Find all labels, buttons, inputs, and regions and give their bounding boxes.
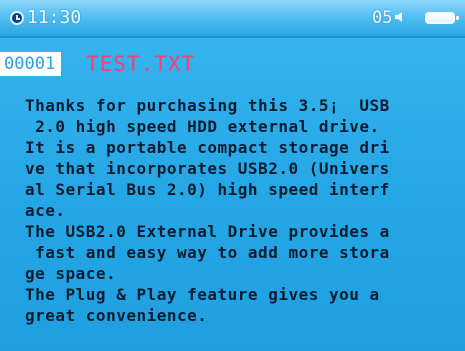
speaker-icon xyxy=(395,12,402,22)
clock-icon xyxy=(10,11,24,25)
volume-level: 05 xyxy=(372,8,393,28)
text-line: ve that incorporates USB2.0 (Univers xyxy=(25,159,390,178)
battery-icon xyxy=(425,12,459,24)
text-line: The Plug & Play feature gives you a xyxy=(25,285,380,304)
text-line: 2.0 high speed HDD external drive. xyxy=(25,117,380,136)
text-line: fast and easy way to add more stora xyxy=(25,243,390,262)
device-screen: 11:30 05 00001 TEST.TXT Thanks for purch… xyxy=(0,0,465,351)
file-name: TEST.TXT xyxy=(86,52,196,76)
text-line: great convenience. xyxy=(25,306,208,325)
status-bar: 11:30 05 xyxy=(0,0,465,38)
text-viewer[interactable]: Thanks for purchasing this 3.5¡ USB 2.0 … xyxy=(25,95,457,326)
text-line: al Serial Bus 2.0) high speed interf xyxy=(25,180,390,199)
text-line: The USB2.0 External Drive provides a xyxy=(25,222,390,241)
text-line: ge space. xyxy=(25,264,117,283)
file-header: 00001 TEST.TXT xyxy=(0,52,465,76)
text-line: ace. xyxy=(25,201,66,220)
text-line: Thanks for purchasing this 3.5¡ USB xyxy=(25,96,390,115)
clock-time: 11:30 xyxy=(27,7,82,28)
text-line: It is a portable compact storage dri xyxy=(25,138,390,157)
file-index: 00001 xyxy=(0,52,62,76)
